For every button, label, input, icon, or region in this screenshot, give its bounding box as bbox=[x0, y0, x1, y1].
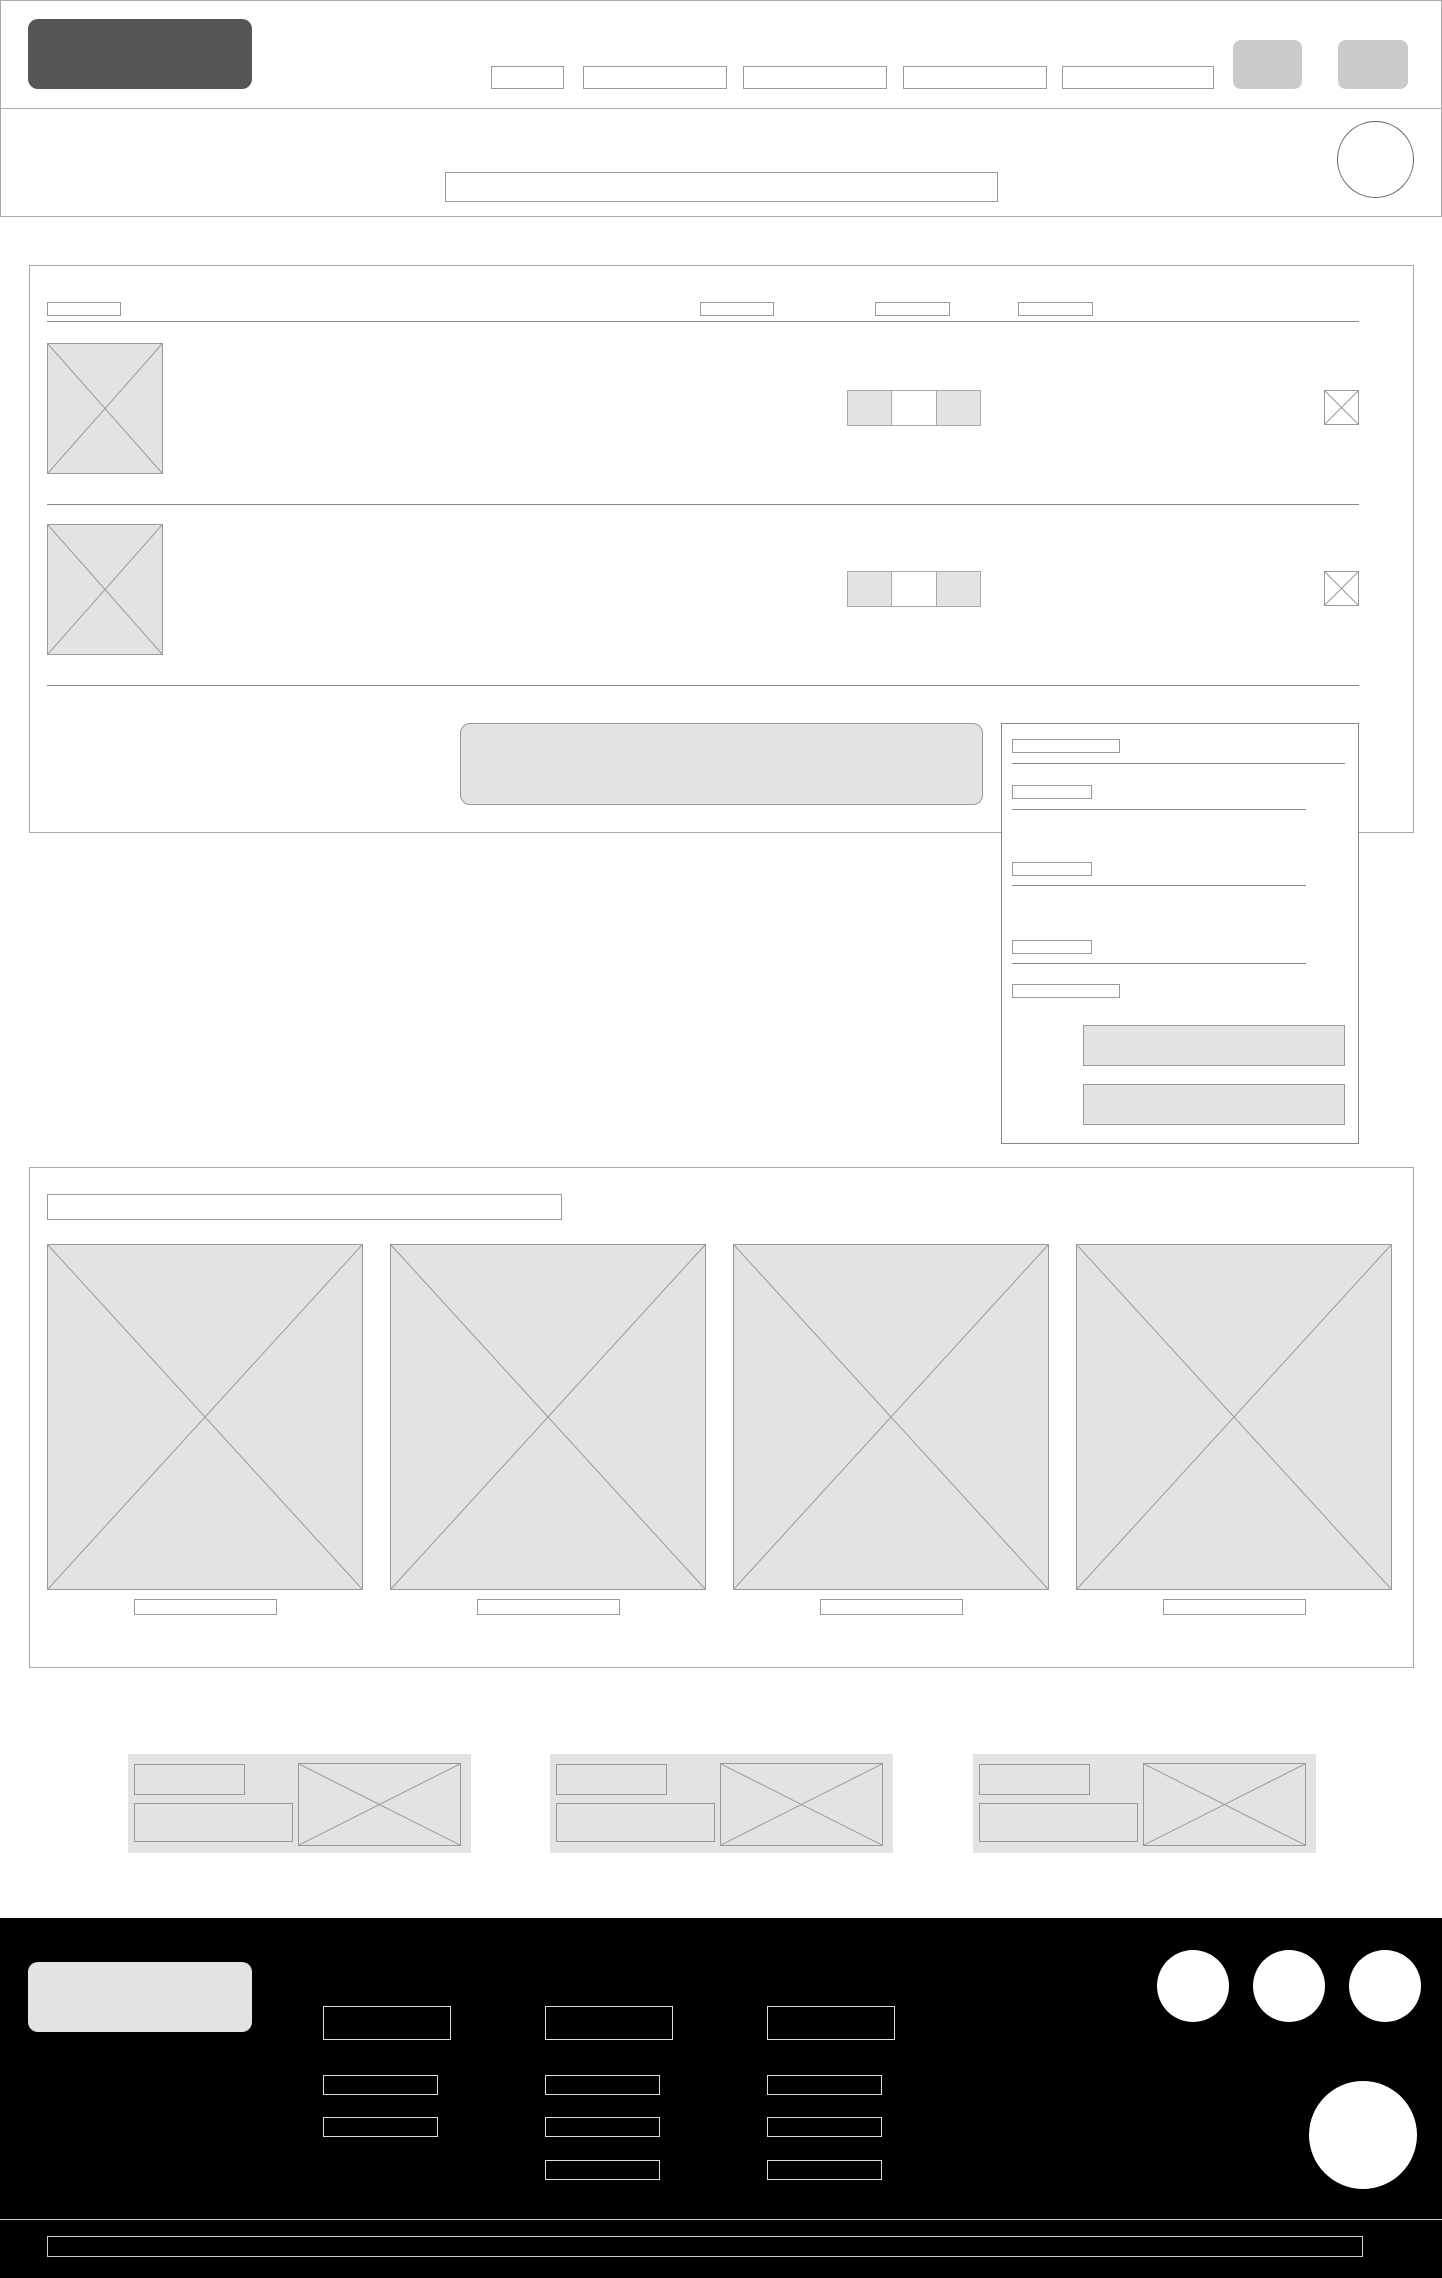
product-image[interactable] bbox=[390, 1244, 706, 1590]
footer-link[interactable] bbox=[323, 2117, 438, 2137]
summary-title bbox=[1012, 739, 1120, 753]
coupon-field[interactable] bbox=[460, 723, 983, 805]
footer-link[interactable] bbox=[545, 2117, 660, 2137]
column-header-total bbox=[1018, 302, 1093, 316]
product-image[interactable] bbox=[47, 524, 163, 655]
header-action-button-2[interactable] bbox=[1338, 40, 1408, 89]
promo-title bbox=[134, 1764, 245, 1795]
social-icon[interactable] bbox=[1157, 1950, 1229, 2022]
promo-image bbox=[298, 1763, 461, 1846]
quantity-decrease-button[interactable] bbox=[847, 571, 892, 607]
footer-link[interactable] bbox=[545, 2075, 660, 2095]
nav-link-3[interactable] bbox=[743, 66, 887, 89]
close-icon[interactable] bbox=[1324, 390, 1359, 425]
product-image[interactable] bbox=[47, 343, 163, 474]
copyright-text bbox=[47, 2236, 1363, 2257]
checkout-button[interactable] bbox=[1083, 1025, 1345, 1066]
summary-row-label bbox=[1012, 785, 1092, 799]
footer-link[interactable] bbox=[767, 2075, 882, 2095]
promo-text bbox=[134, 1803, 293, 1842]
header-action-button-1[interactable] bbox=[1233, 40, 1302, 89]
footer-column-heading bbox=[545, 2006, 673, 2040]
promo-image bbox=[1143, 1763, 1306, 1846]
product-image[interactable] bbox=[1076, 1244, 1392, 1590]
promo-title bbox=[556, 1764, 667, 1795]
product-image[interactable] bbox=[47, 1244, 363, 1590]
summary-divider bbox=[1012, 763, 1345, 764]
footer-logo[interactable] bbox=[28, 1962, 252, 2032]
badge-icon[interactable] bbox=[1309, 2081, 1417, 2189]
footer-link[interactable] bbox=[767, 2117, 882, 2137]
footer-column-heading bbox=[323, 2006, 451, 2040]
summary-divider bbox=[1012, 885, 1306, 886]
quantity-increase-button[interactable] bbox=[936, 390, 981, 426]
social-icon[interactable] bbox=[1349, 1950, 1421, 2022]
promo-title bbox=[979, 1764, 1090, 1795]
close-icon[interactable] bbox=[1324, 571, 1359, 606]
summary-divider bbox=[1012, 809, 1306, 810]
search-input[interactable] bbox=[445, 172, 998, 202]
secondary-action-button[interactable] bbox=[1083, 1084, 1345, 1125]
cart-row-divider bbox=[47, 685, 1359, 686]
promo-image bbox=[720, 1763, 883, 1846]
summary-divider bbox=[1012, 963, 1306, 964]
product-caption[interactable] bbox=[820, 1599, 963, 1615]
product-caption[interactable] bbox=[477, 1599, 620, 1615]
summary-total bbox=[1012, 984, 1120, 998]
cart-header-divider bbox=[47, 321, 1359, 322]
recommendations-title bbox=[47, 1194, 562, 1220]
promo-text bbox=[556, 1803, 715, 1842]
nav-link-4[interactable] bbox=[903, 66, 1047, 89]
user-avatar-icon[interactable] bbox=[1337, 121, 1414, 198]
footer-link[interactable] bbox=[323, 2075, 438, 2095]
column-header-price bbox=[700, 302, 774, 316]
footer-divider bbox=[0, 2219, 1442, 2220]
footer-column-heading bbox=[767, 2006, 895, 2040]
product-caption[interactable] bbox=[134, 1599, 277, 1615]
nav-link-2[interactable] bbox=[583, 66, 727, 89]
promo-card[interactable] bbox=[973, 1754, 1316, 1853]
summary-row-label bbox=[1012, 862, 1092, 876]
quantity-decrease-button[interactable] bbox=[847, 390, 892, 426]
footer-link[interactable] bbox=[767, 2160, 882, 2180]
cart-row-divider bbox=[47, 504, 1359, 505]
quantity-increase-button[interactable] bbox=[936, 571, 981, 607]
promo-card[interactable] bbox=[550, 1754, 893, 1853]
quantity-value[interactable] bbox=[892, 390, 936, 426]
promo-card[interactable] bbox=[128, 1754, 471, 1853]
summary-row-label bbox=[1012, 940, 1092, 954]
site-logo[interactable] bbox=[28, 19, 252, 89]
column-header-quantity bbox=[875, 302, 950, 316]
promo-text bbox=[979, 1803, 1138, 1842]
product-caption[interactable] bbox=[1163, 1599, 1306, 1615]
nav-link-1[interactable] bbox=[491, 66, 564, 89]
product-image[interactable] bbox=[733, 1244, 1049, 1590]
nav-link-5[interactable] bbox=[1062, 66, 1214, 89]
column-header-product bbox=[47, 302, 121, 316]
quantity-value[interactable] bbox=[892, 571, 936, 607]
footer-link[interactable] bbox=[545, 2160, 660, 2180]
social-icon[interactable] bbox=[1253, 1950, 1325, 2022]
